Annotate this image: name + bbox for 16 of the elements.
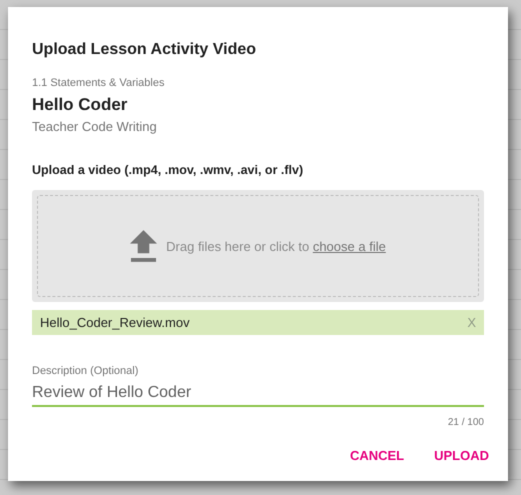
cancel-button[interactable]: CANCEL — [350, 448, 404, 463]
character-counter: 21 / 100 — [448, 417, 484, 428]
activity-name: Hello Coder — [32, 94, 128, 116]
choose-file-link[interactable]: choose a file — [312, 238, 386, 254]
remove-file-button[interactable]: X — [467, 315, 476, 330]
dialog-title: Upload Lesson Activity Video — [32, 40, 258, 60]
file-name: Hello_Coder_Review.mov — [40, 315, 190, 330]
dropzone-text: Drag files here or click to choose a file — [166, 238, 386, 254]
upload-icon — [130, 230, 158, 262]
upload-label: Upload a video (.mp4, .mov, .wmv, .avi, or .flv) — [32, 162, 304, 179]
description-label: Description (Optional) — [32, 364, 140, 378]
lesson-name: 1.1 Statements & Variables — [32, 76, 166, 90]
upload-button[interactable]: UPLOAD — [434, 448, 489, 463]
description-field[interactable]: Review of Hello Coder — [32, 384, 484, 407]
dropzone[interactable]: Drag files here or click to choose a file — [32, 190, 484, 302]
activity-type: Teacher Code Writing — [32, 118, 158, 136]
